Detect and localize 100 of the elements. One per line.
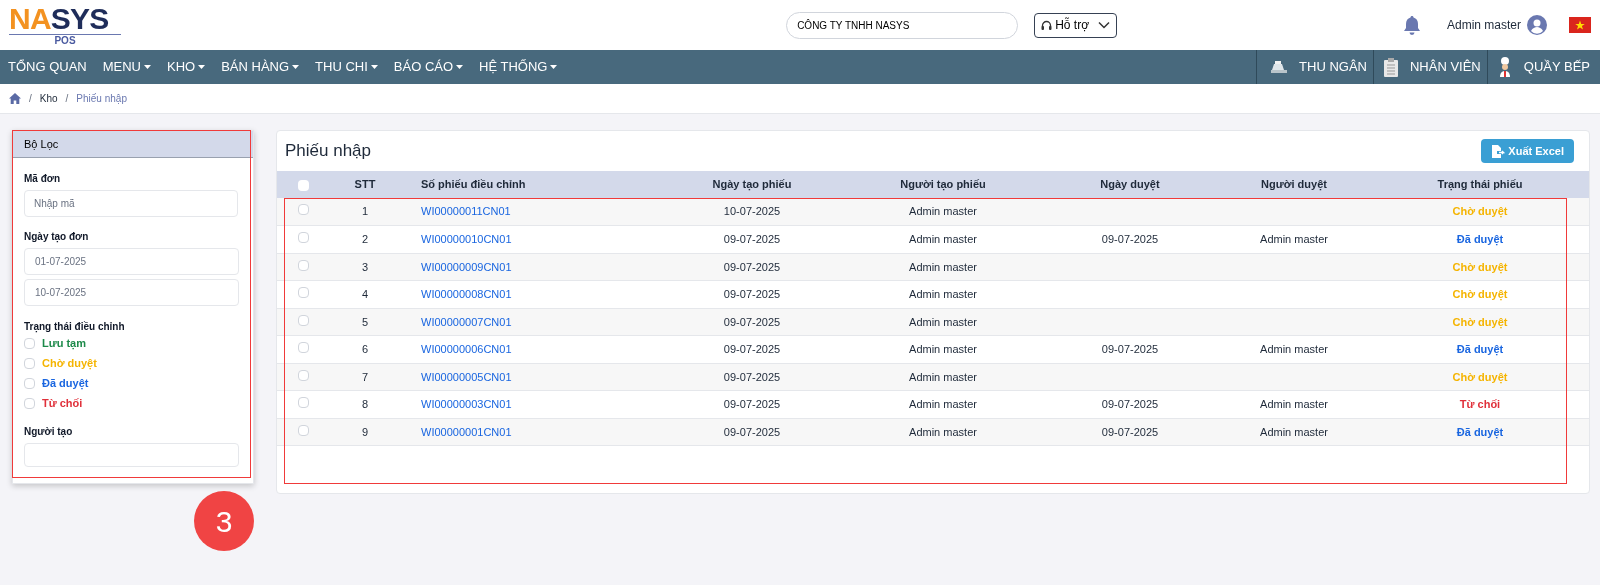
file-export-icon bbox=[1491, 144, 1506, 158]
status-option[interactable]: Từ chối bbox=[42, 396, 83, 410]
breadcrumb-separator: / bbox=[65, 92, 69, 106]
status-label: Chờ duyệt bbox=[1452, 288, 1508, 300]
logo-text: S bbox=[50, 4, 71, 33]
export-button[interactable]: Xuất Excel bbox=[1481, 139, 1574, 163]
code-link[interactable]: WI00000008CN01 bbox=[421, 288, 512, 300]
nav-item[interactable]: THU CHI bbox=[307, 50, 386, 84]
checkbox[interactable] bbox=[24, 397, 35, 409]
table-cell: 09-07-2025 bbox=[723, 260, 781, 273]
register-icon bbox=[1271, 61, 1288, 73]
home-icon[interactable] bbox=[9, 93, 21, 104]
table-cell: Admin master bbox=[1260, 398, 1328, 410]
code-link[interactable]: WI00000006CN01 bbox=[421, 343, 512, 355]
column-header: Ngày duyệt bbox=[1100, 178, 1160, 191]
table-cell: 09-07-2025 bbox=[1101, 398, 1159, 410]
table-cell: 09-07-2025 bbox=[1101, 425, 1159, 438]
code-link[interactable]: WI00000005CN01 bbox=[421, 370, 512, 383]
user-name[interactable]: Admin master bbox=[1446, 16, 1521, 34]
row-checkbox[interactable] bbox=[297, 369, 309, 381]
logo-text: NA bbox=[9, 4, 51, 33]
code-field[interactable]: Nhập mã bbox=[24, 190, 238, 217]
table-cell: Admin master bbox=[909, 425, 977, 438]
table-cell: 09-07-2025 bbox=[723, 370, 781, 383]
date-field[interactable]: 01-07-2025 bbox=[24, 248, 239, 275]
table-cell: 09-07-2025 bbox=[723, 398, 781, 410]
code-link[interactable]: WI00000011CN01 bbox=[421, 205, 511, 218]
breadcrumb-item: Phiếu nhập bbox=[76, 92, 127, 106]
breadcrumb-separator: / bbox=[29, 92, 32, 106]
table-cell: 2 bbox=[361, 233, 369, 245]
table-cell: 09-07-2025 bbox=[723, 343, 781, 355]
avatar-icon[interactable] bbox=[1527, 15, 1547, 35]
row-checkbox[interactable] bbox=[297, 397, 309, 408]
caret-icon bbox=[292, 65, 300, 69]
table-cell: Admin master bbox=[909, 288, 977, 300]
logo-text: YS bbox=[70, 4, 109, 33]
clipboard-icon bbox=[1383, 57, 1398, 77]
checkbox[interactable] bbox=[24, 337, 35, 349]
code-link[interactable]: WI00000009CN01 bbox=[421, 260, 512, 273]
table-cell: 09-07-2025 bbox=[723, 425, 781, 438]
table-cell: Admin master bbox=[909, 370, 977, 383]
flag-icon[interactable] bbox=[1569, 17, 1591, 33]
breadcrumb-item[interactable]: Kho bbox=[39, 91, 58, 106]
table-cell: 09-07-2025 bbox=[723, 315, 781, 328]
nav-item[interactable]: BÁO CÁO bbox=[385, 50, 472, 84]
caret-icon bbox=[198, 65, 206, 69]
table-cell: 9 bbox=[361, 425, 369, 438]
status-label: Đã duyệt bbox=[1456, 233, 1504, 245]
table-cell: 4 bbox=[361, 288, 369, 300]
column-header: Ngày tạo phiếu bbox=[712, 178, 792, 191]
creator-field[interactable] bbox=[24, 443, 239, 467]
status-option[interactable]: Lưu tạm bbox=[42, 336, 87, 350]
column-header: Người tạo phiếu bbox=[900, 178, 986, 191]
status-option[interactable]: Đã duyệt bbox=[42, 376, 89, 390]
table-cell: 3 bbox=[361, 260, 369, 273]
table-cell: Admin master bbox=[909, 398, 977, 410]
logo-subtitle: POS bbox=[54, 34, 76, 46]
caret-icon bbox=[456, 65, 464, 69]
row-checkbox[interactable] bbox=[297, 342, 309, 353]
nav-item[interactable]: TỔNG QUAN bbox=[0, 50, 95, 84]
table-cell: Admin master bbox=[909, 205, 977, 218]
nav-item[interactable]: HỆ THỐNG bbox=[471, 50, 566, 84]
checkbox[interactable] bbox=[24, 357, 35, 369]
status-label: Đã duyệt bbox=[1456, 425, 1504, 438]
table-cell: 6 bbox=[361, 343, 369, 355]
column-header: Người duyệt bbox=[1261, 178, 1327, 191]
status-label: Từ chối bbox=[1459, 398, 1501, 410]
status-label: Chờ duyệt bbox=[1452, 205, 1508, 218]
code-link[interactable]: WI00000003CN01 bbox=[421, 398, 512, 410]
row-checkbox[interactable] bbox=[297, 314, 309, 326]
checkbox[interactable] bbox=[24, 377, 35, 389]
step-badge: 3 bbox=[194, 491, 254, 551]
field-label: Trạng thái điều chỉnh bbox=[24, 320, 126, 334]
nav-item[interactable]: BÁN HÀNG bbox=[213, 50, 308, 84]
nav-item[interactable]: KHO bbox=[159, 50, 214, 84]
panel-title: Bộ Lọc bbox=[13, 131, 253, 158]
bell-icon[interactable] bbox=[1402, 15, 1421, 35]
row-checkbox[interactable] bbox=[297, 424, 309, 436]
code-link[interactable]: WI00000007CN01 bbox=[421, 315, 512, 328]
table-cell: 09-07-2025 bbox=[1101, 233, 1159, 245]
caret-icon bbox=[144, 65, 151, 69]
row-checkbox[interactable] bbox=[297, 287, 309, 298]
status-label: Chờ duyệt bbox=[1452, 260, 1508, 273]
header-checkbox[interactable] bbox=[297, 179, 309, 191]
nav-item[interactable]: MENU bbox=[94, 50, 159, 84]
caret-icon bbox=[370, 65, 378, 69]
date-field[interactable]: 10-07-2025 bbox=[24, 279, 239, 306]
chef-icon bbox=[1497, 57, 1512, 77]
field-label: Mã đơn bbox=[24, 172, 61, 186]
code-link[interactable]: WI00000010CN01 bbox=[421, 233, 512, 245]
row-checkbox[interactable] bbox=[297, 259, 309, 271]
code-link[interactable]: WI00000001CN01 bbox=[421, 425, 512, 438]
table-cell: Admin master bbox=[1260, 343, 1328, 355]
column-header: Số phiếu điều chỉnh bbox=[421, 178, 526, 191]
table-cell: 09-07-2025 bbox=[1101, 343, 1159, 355]
row-checkbox[interactable] bbox=[297, 232, 309, 243]
row-checkbox[interactable] bbox=[297, 204, 309, 215]
table-cell: Admin master bbox=[909, 260, 977, 273]
table-cell: 09-07-2025 bbox=[723, 288, 781, 300]
support-button[interactable]: Hỗ trợ bbox=[1034, 12, 1117, 38]
